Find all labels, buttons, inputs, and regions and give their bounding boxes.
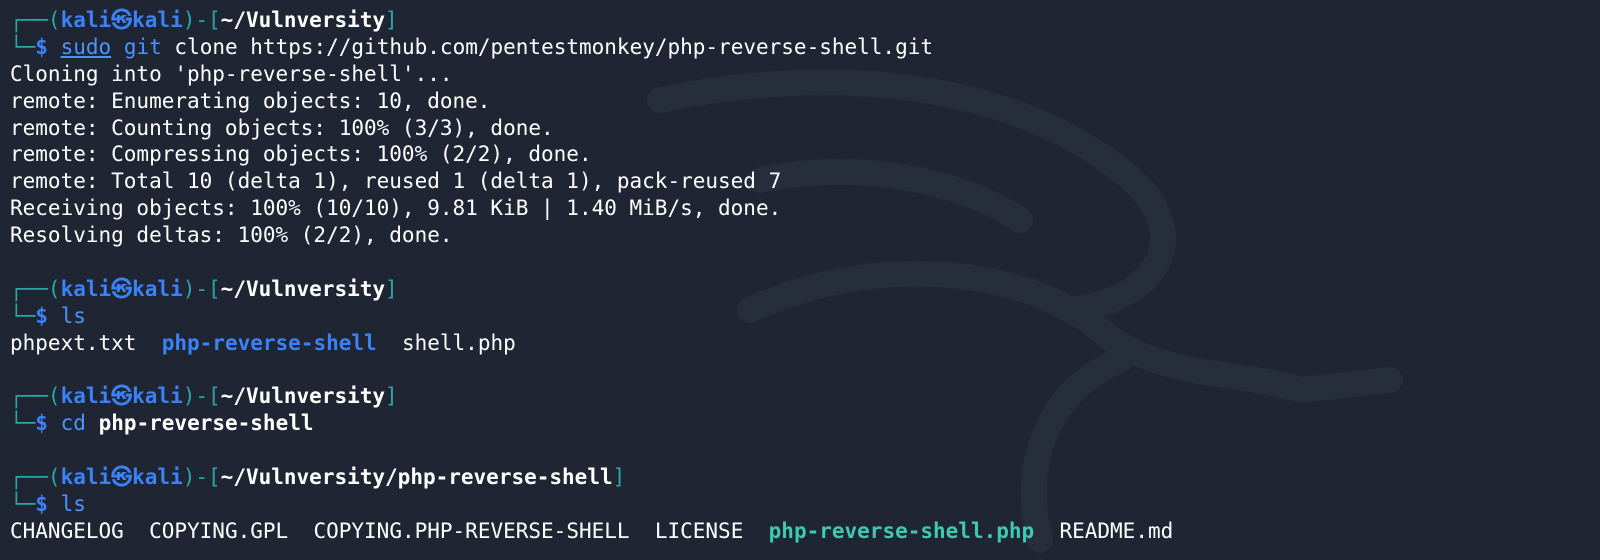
command-args: clone https://github.com/pentestmonkey/p…: [161, 34, 934, 59]
listing-file: README.md: [1059, 518, 1174, 543]
output-line: remote: Compressing objects: 100% (2/2),…: [10, 142, 592, 167]
command-name: ls: [60, 492, 86, 517]
prompt-user-host: kali㉿kali: [60, 276, 183, 301]
command-sudo: sudo: [60, 34, 112, 59]
prompt-frame: └─: [10, 411, 36, 436]
prompt-user-host: kali㉿kali: [60, 465, 183, 490]
prompt-frame: ┌──(: [10, 384, 61, 409]
command-name: ls: [60, 303, 86, 328]
output-line: remote: Total 10 (delta 1), reused 1 (de…: [10, 169, 782, 194]
prompt-frame: └─: [10, 34, 36, 59]
listing-file: CHANGELOG: [10, 518, 124, 543]
prompt-dollar: $: [35, 303, 48, 328]
terminal-output: ┌──(kali㉿kali)-[~/Vulnversity] └─$ sudo …: [10, 7, 1600, 545]
output-line: remote: Counting objects: 100% (3/3), do…: [10, 115, 554, 140]
prompt-frame: )-[: [182, 276, 221, 301]
listing-executable: php-reverse-shell.php: [768, 518, 1035, 543]
listing-line: phpext.txt php-reverse-shell shell.php: [10, 330, 1600, 357]
prompt-frame: ┌──(: [10, 276, 61, 301]
listing-file: phpext.txt: [10, 330, 137, 355]
prompt-frame: ┌──(: [10, 8, 61, 32]
prompt-path: ~/Vulnversity/php-reverse-shell: [220, 465, 613, 490]
command-line: └─$ sudo git clone https://github.com/pe…: [10, 34, 1600, 61]
prompt-header: ┌──(kali㉿kali)-[~/Vulnversity/php-revers…: [10, 464, 1600, 491]
prompt-path: ~/Vulnversity: [220, 276, 386, 301]
prompt-path: ~/Vulnversity: [220, 384, 386, 409]
output-line: remote: Enumerating objects: 10, done.: [10, 88, 491, 113]
prompt-frame: ]: [385, 8, 398, 32]
output-line: Resolving deltas: 100% (2/2), done.: [10, 223, 453, 248]
prompt-header: ┌──(kali㉿kali)-[~/Vulnversity]: [10, 7, 1600, 34]
command-name: git: [123, 34, 162, 59]
listing-line: CHANGELOG COPYING.GPL COPYING.PHP-REVERS…: [10, 518, 1600, 545]
listing-directory: php-reverse-shell: [161, 330, 377, 355]
prompt-dollar: $: [35, 411, 48, 436]
prompt-dollar: $: [35, 34, 48, 59]
prompt-frame: )-[: [182, 384, 221, 409]
prompt-dollar: $: [35, 492, 48, 517]
prompt-frame: └─: [10, 303, 36, 328]
listing-file: LICENSE: [654, 518, 744, 543]
prompt-path: ~/Vulnversity: [220, 8, 386, 32]
output-line: Receiving objects: 100% (10/10), 9.81 Ki…: [10, 196, 782, 221]
command-line: └─$ cd php-reverse-shell: [10, 410, 1600, 437]
listing-file: shell.php: [401, 330, 516, 355]
prompt-user-host: kali㉿kali: [60, 384, 183, 409]
command-name: cd: [60, 411, 86, 436]
command-line: └─$ ls: [10, 303, 1600, 330]
prompt-frame: ]: [385, 276, 398, 301]
prompt-header: ┌──(kali㉿kali)-[~/Vulnversity]: [10, 383, 1600, 410]
listing-file: COPYING.GPL: [149, 518, 289, 543]
prompt-frame: ]: [385, 384, 398, 409]
command-line: └─$ ls: [10, 491, 1600, 518]
prompt-user-host: kali㉿kali: [60, 8, 183, 32]
prompt-header: ┌──(kali㉿kali)-[~/Vulnversity]: [10, 276, 1600, 303]
prompt-frame: ┌──(: [10, 465, 61, 490]
prompt-frame: )-[: [182, 465, 221, 490]
prompt-frame: └─: [10, 492, 36, 517]
prompt-frame: )-[: [182, 8, 221, 32]
listing-file: COPYING.PHP-REVERSE-SHELL: [313, 518, 630, 543]
terminal-window[interactable]: ┌──(kali㉿kali)-[~/Vulnversity] └─$ sudo …: [0, 0, 1600, 560]
output-line: Cloning into 'php-reverse-shell'...: [10, 61, 453, 86]
command-args: php-reverse-shell: [98, 411, 314, 436]
prompt-frame: ]: [612, 465, 626, 490]
